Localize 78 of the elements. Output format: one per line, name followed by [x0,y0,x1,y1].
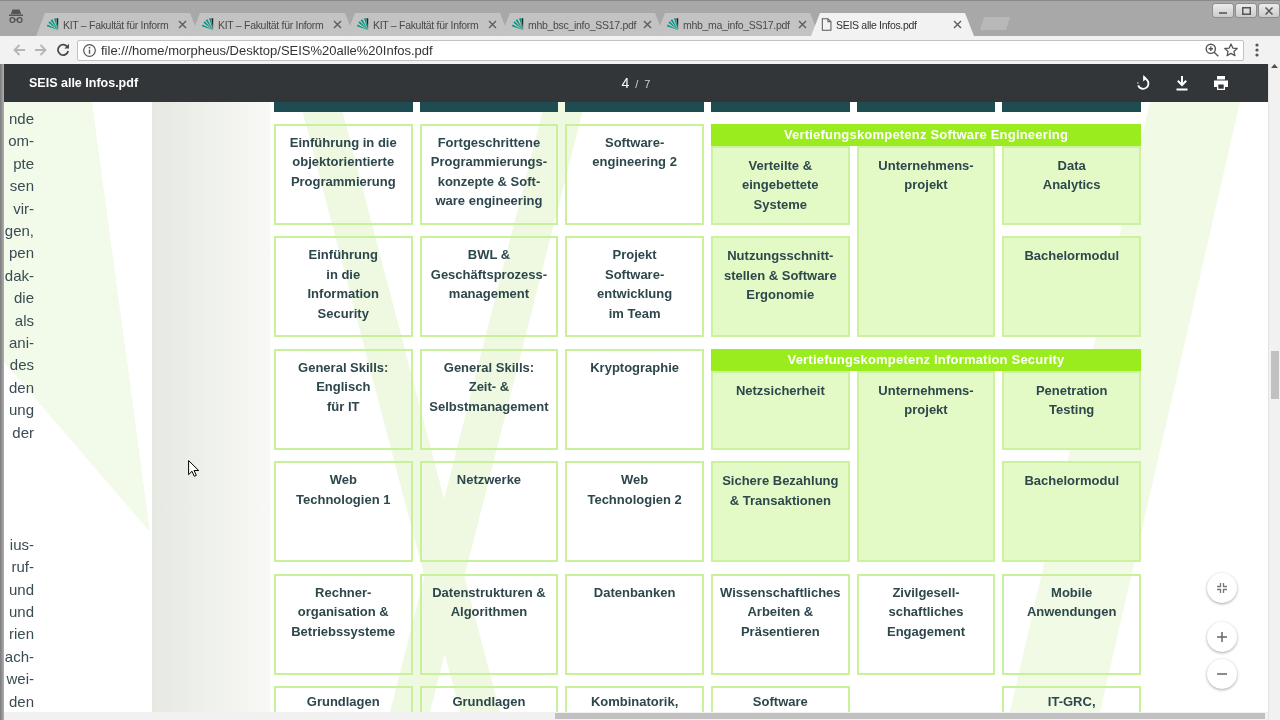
module-cell: Fortgeschrittene Programmierungs- konzepte & Soft- ware engineering [419,123,559,225]
scrollbar-thumb[interactable] [555,713,1265,719]
fit-page-button[interactable] [1207,573,1237,603]
module-cell: Unternehmens- projekt [856,370,996,562]
module-cell: Einführung in die Information Security [274,236,413,337]
module-cell: Datenstrukturen & Algorithmen [419,573,559,675]
module-cell: Unternehmens- projekt [856,145,996,337]
download-icon[interactable] [1174,75,1190,91]
mouse-cursor-icon [188,460,199,477]
site-logo-icon [356,18,369,31]
zoom-icon[interactable] [1205,43,1219,57]
scrollbar-thumb[interactable] [1270,351,1279,399]
url-text[interactable]: file:///home/morpheus/Desktop/SEIS%20alle%20Infos.pdf [101,42,433,58]
maximize-icon [1241,6,1251,15]
module-cell: Software- engineering 2 [565,123,704,225]
close-button[interactable] [1258,3,1280,18]
close-icon[interactable] [798,20,807,29]
module-cell: Web Technologien 2 [565,461,704,562]
module-cell: General Skills: Englisch für IT [274,348,413,450]
module-cell: Einführung in die objektorientierte Programmierung [274,123,413,225]
star-icon[interactable] [1224,43,1238,57]
browser-tab[interactable]: SEIS alle Infos.pdf [811,13,974,36]
site-logo-icon [201,18,214,31]
module-cell: Netzwerke [419,461,559,562]
module-cell: Netzsicherheit [711,370,850,450]
close-icon[interactable] [488,20,497,29]
close-icon[interactable] [953,20,962,29]
module-cell: Projekt Software- entwicklung im Team [565,236,704,337]
page-number-field[interactable]: 4 [621,75,630,91]
minimize-icon [1219,12,1227,14]
page-count: 7 [644,78,651,90]
zoom-in-button[interactable] [1207,622,1237,652]
module-cell: Rechner- organisation & Betriebssysteme [274,573,413,675]
module-cell: BWL & Geschäftsprozess- management [419,236,559,337]
minimize-button[interactable] [1212,3,1234,18]
section-header: Vertiefungskompetenz Information Security [711,348,1141,371]
scroll-up-arrow-icon[interactable] [1271,64,1278,68]
reload-icon[interactable] [56,43,70,57]
close-icon[interactable] [333,20,342,29]
minus-icon [1217,673,1227,675]
site-logo-icon [511,18,524,31]
module-cell: Bachelormodul [1002,236,1141,337]
module-cell: Mobile Anwendungen [1002,573,1141,675]
module-cell: Penetration Testing [1002,370,1141,450]
close-icon [1265,6,1273,15]
module-cell: Nutzungsschnitt- stellen & Software Ergonomie [711,236,850,337]
site-logo-icon [666,18,679,31]
text-fragment: ius- ruf- und und rien ach- wei- den [4,534,34,712]
site-logo-icon [46,18,59,31]
plus-icon [1217,632,1227,642]
page-separator: / [635,78,639,90]
section-header: Vertiefungskompetenz Software Engineering [711,123,1141,146]
address-bar[interactable]: file:///home/morpheus/Desktop/SEIS%20alle%20Infos.pdf [77,39,1244,61]
module-cell: Datenbanken [565,573,704,675]
menu-icon[interactable] [1255,43,1259,57]
collapse-arrows-icon [1217,583,1227,593]
rotate-icon[interactable] [1135,75,1151,91]
print-icon[interactable] [1213,75,1229,91]
document-title: SEIS alle Infos.pdf [28,76,139,90]
hat-and-glasses-icon[interactable] [8,7,24,24]
text-fragment: nde om- pte sen vir- gen, pen dak- die als ani- des den ung der [4,109,34,443]
module-cell: Bachelormodul [1002,461,1141,562]
info-icon[interactable] [83,43,96,57]
close-icon[interactable] [643,20,652,29]
module-cell: Kryptographie [565,348,704,450]
module-cell: General Skills: Zeit- & Selbstmanagement [419,348,559,450]
module-cell: Sichere Bezahlung & Transaktionen [711,461,850,562]
close-icon[interactable] [178,20,187,29]
module-cell: Data Analytics [1002,145,1141,225]
module-cell: Zivilgesell- schaftliches Engagement [856,573,996,675]
vertical-scrollbar[interactable] [1268,64,1280,720]
maximize-button[interactable] [1235,3,1257,18]
module-cell: Wissenschaftliches Arbeiten & Präsentieren [711,573,850,675]
module-cell: Web Technologien 1 [274,461,413,562]
horizontal-scrollbar[interactable] [4,712,1268,720]
module-cell: Verteilte & eingebettete Systeme [711,145,850,225]
zoom-out-button[interactable] [1207,659,1237,689]
document-icon [821,18,832,31]
